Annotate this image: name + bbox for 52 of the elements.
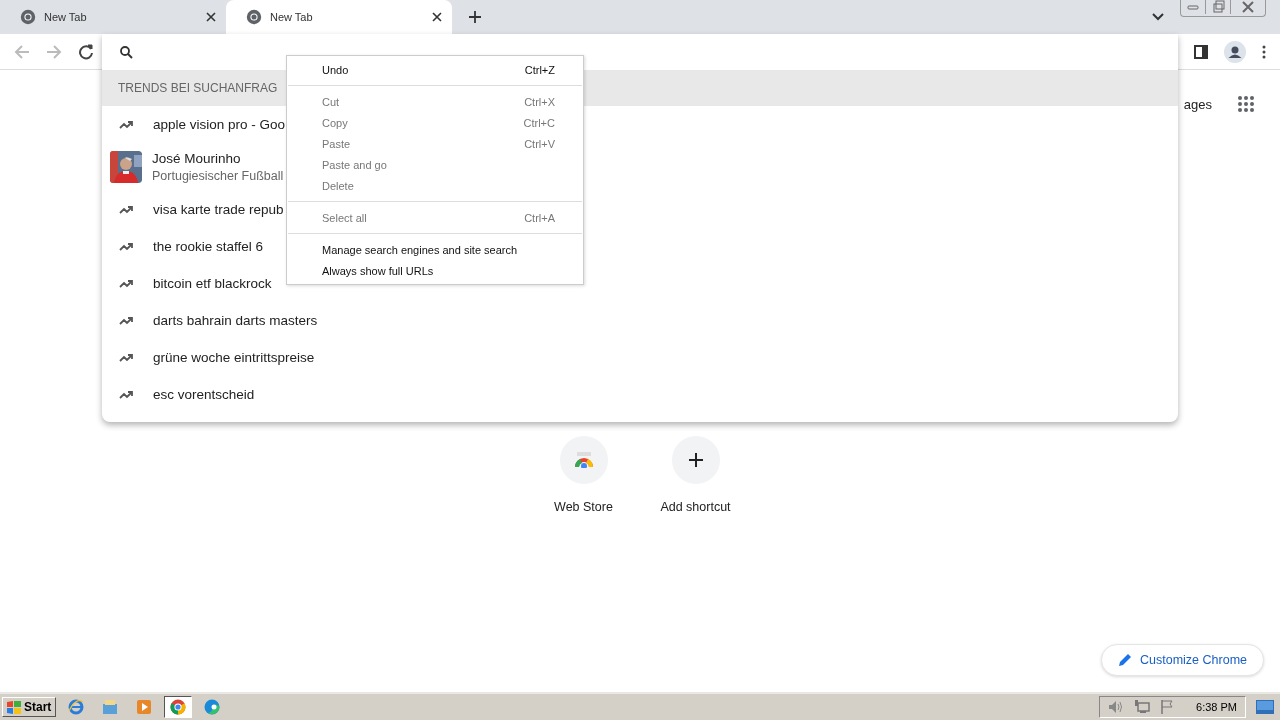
speaker-icon[interactable] <box>1108 700 1125 714</box>
plus-icon <box>688 453 703 467</box>
side-panel-icon[interactable] <box>1194 44 1208 59</box>
browser-e-icon <box>68 699 85 715</box>
close-icon[interactable] <box>432 12 442 22</box>
taskbar-app[interactable] <box>164 696 193 718</box>
browser-tab[interactable]: New Tab <box>0 0 226 34</box>
web-store-icon <box>573 452 594 468</box>
shortcut-tile[interactable]: Web Store <box>547 436 620 514</box>
network-icon[interactable] <box>1134 700 1151 714</box>
edge-icon <box>204 699 221 715</box>
suggestion-item[interactable]: esc vorentscheid <box>102 376 255 413</box>
customize-chrome-button[interactable]: Customize Chrome <box>1101 644 1264 676</box>
media-player-icon <box>136 699 153 715</box>
chrome-icon <box>170 699 187 715</box>
trending-icon <box>119 316 133 325</box>
trending-icon <box>119 390 133 399</box>
search-icon <box>120 45 133 59</box>
profile-icon[interactable] <box>1224 40 1246 63</box>
chevron-down-icon[interactable] <box>1152 13 1164 21</box>
shortcut-tile[interactable]: Add shortcut <box>659 436 732 514</box>
start-button[interactable]: Start <box>2 697 57 717</box>
menu-item[interactable]: Always show full URLs <box>287 260 583 281</box>
menu-icon[interactable] <box>1262 44 1266 59</box>
trending-icon <box>119 120 133 129</box>
reload-icon[interactable] <box>78 43 94 60</box>
trending-icon <box>119 353 133 362</box>
trending-icon <box>119 279 133 288</box>
suggestion-item[interactable]: José Mourinho Portugiesischer Fußball <box>102 143 284 191</box>
chrome-icon <box>246 9 262 25</box>
folder-icon <box>102 699 119 715</box>
suggestion-item[interactable]: darts bahrain darts masters <box>102 302 318 339</box>
new-tab-icon[interactable] <box>468 10 482 24</box>
images-link[interactable]: ages <box>1183 96 1212 112</box>
suggestion-item[interactable]: the rookie staffel 6 <box>102 228 264 265</box>
back-icon[interactable] <box>14 43 30 60</box>
trending-icon <box>119 242 133 251</box>
suggestion-item[interactable]: apple vision pro - Goo <box>102 106 286 143</box>
pencil-icon <box>1118 653 1132 667</box>
chrome-icon <box>20 9 36 25</box>
suggestion-item[interactable]: visa karte trade repub <box>102 191 284 228</box>
suggestion-item[interactable]: grüne woche eintrittspreise <box>102 339 315 376</box>
browser-tab[interactable]: New Tab <box>226 0 452 34</box>
menu-item[interactable]: Manage search engines and site search <box>287 239 583 260</box>
trending-icon <box>119 205 133 214</box>
suggestion-item[interactable]: bitcoin etf blackrock <box>102 265 272 302</box>
apps-icon[interactable] <box>1238 96 1254 112</box>
close-icon[interactable] <box>206 12 216 22</box>
flag-icon[interactable] <box>1160 700 1175 714</box>
forward-icon[interactable] <box>46 43 62 60</box>
windows-logo-icon <box>7 700 21 714</box>
clock[interactable]: 6:38 PM <box>1196 701 1237 713</box>
